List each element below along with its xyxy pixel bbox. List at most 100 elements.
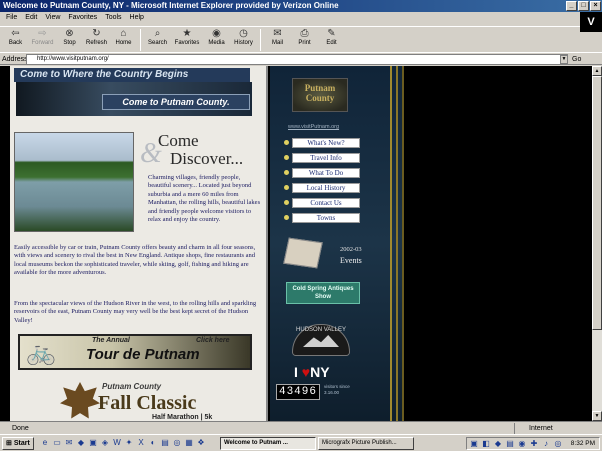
back-arrow-icon: ⇦ (11, 28, 20, 39)
print-button[interactable]: ⎙ Print (291, 27, 318, 53)
favorites-icon: ★ (182, 28, 192, 39)
home-label: Home (115, 40, 132, 46)
tray-app-icon[interactable]: ✚ (529, 439, 539, 449)
nav-item-local-history[interactable]: Local History (284, 183, 362, 193)
history-button[interactable]: ◷ History (230, 27, 257, 53)
access-paragraph: Easily accessible by car or train, Putna… (14, 244, 256, 277)
nav-item-towns[interactable]: Towns (284, 213, 362, 223)
address-input[interactable]: http://www.visitputnam.org/ (26, 54, 568, 65)
menu-view[interactable]: View (41, 12, 64, 24)
nav-button-label[interactable]: What's New? (292, 138, 360, 148)
quick-launch-app-icon[interactable]: W (112, 438, 122, 448)
nav-item-contact-us[interactable]: Contact Us (284, 198, 362, 208)
quick-launch-desktop-icon[interactable]: ▭ (52, 438, 62, 448)
discover-heading: Discover... (170, 149, 244, 168)
nav-item-travel-info[interactable]: Travel Info (284, 153, 362, 163)
tray-network-icon[interactable]: ▣ (469, 439, 479, 449)
nav-column: Putnam County www.visitPutnam.org What's… (270, 66, 402, 421)
go-button[interactable]: Go (572, 54, 581, 65)
quick-launch-app-icon[interactable]: ▣ (88, 438, 98, 448)
events-year[interactable]: 2002-03 (340, 246, 362, 253)
back-button[interactable]: ⇦ Back (2, 27, 29, 53)
taskbar-item-picture-publisher[interactable]: Micrografx Picture Publish... (318, 437, 414, 450)
window-title-bar[interactable]: Welcome to Putnam County, NY - Microsoft… (0, 0, 602, 12)
fall-classic-title[interactable]: Fall Classic (98, 392, 196, 414)
menu-edit[interactable]: Edit (21, 12, 41, 24)
nav-button-label[interactable]: Travel Info (292, 153, 360, 163)
window-title: Welcome to Putnam County, NY - Microsoft… (3, 1, 339, 10)
tour-annual-label: The Annual (92, 337, 130, 344)
tray-volume-icon[interactable]: ♪ (541, 439, 551, 449)
gold-stripe (396, 66, 398, 421)
i-love-ny-ny: NY (310, 364, 330, 380)
events-book-icon[interactable] (283, 237, 323, 269)
minimize-button[interactable]: _ (566, 1, 577, 11)
status-text: Done (12, 425, 29, 432)
media-label: Media (208, 40, 225, 46)
site-url-link[interactable]: www.visitPutnam.org (288, 124, 339, 130)
menu-file[interactable]: File (2, 12, 21, 24)
security-zone: Internet (514, 423, 553, 434)
maximize-button[interactable]: □ (578, 1, 589, 11)
quick-launch-app-icon[interactable]: ◐ (148, 438, 158, 448)
events-label[interactable]: Events (340, 256, 362, 265)
quick-launch-app-icon[interactable]: ✦ (124, 438, 134, 448)
quick-launch-app-icon[interactable]: ▤ (160, 438, 170, 448)
quick-launch-app-icon[interactable]: ❖ (196, 438, 206, 448)
history-icon: ◷ (239, 28, 248, 39)
quick-launch-app-icon[interactable]: ◆ (76, 438, 86, 448)
scroll-up-icon[interactable]: ▲ (592, 66, 602, 76)
menu-tools[interactable]: Tools (101, 12, 125, 24)
nav-item-whats-new[interactable]: What's New? (284, 138, 362, 148)
refresh-button[interactable]: ↻ Refresh (83, 27, 110, 53)
antiques-show-button[interactable]: Cold Spring Antiques Show (286, 282, 360, 304)
nav-item-what-to-do[interactable]: What To Do (284, 168, 362, 178)
favorites-label: Favorites (174, 40, 200, 46)
close-button[interactable]: × (590, 1, 601, 11)
nav-button-label[interactable]: What To Do (292, 168, 360, 178)
bullet-icon (284, 185, 289, 190)
stop-button[interactable]: ⊗ Stop (56, 27, 83, 53)
tray-app-icon[interactable]: ◧ (481, 439, 491, 449)
putnam-county-logo[interactable]: Putnam County (292, 78, 348, 112)
i-love-ny-logo[interactable]: I ♥NY (294, 364, 330, 380)
forward-button[interactable]: ⇨ Forward (29, 27, 56, 53)
quick-launch-app-icon[interactable]: X (136, 438, 146, 448)
tray-app-icon[interactable]: ◎ (553, 439, 563, 449)
bullet-icon (284, 140, 289, 145)
quick-launch-app-icon[interactable]: ◎ (172, 438, 182, 448)
nav-button-label[interactable]: Towns (292, 213, 360, 223)
address-label: Address (2, 56, 28, 63)
nav-button-label[interactable]: Local History (292, 183, 360, 193)
visitor-counter: 43496 (276, 384, 320, 400)
maple-leaf-icon (60, 382, 100, 419)
quick-launch-app-icon[interactable]: ◈ (100, 438, 110, 448)
vertical-scrollbar[interactable]: ▲ ▼ (592, 66, 602, 421)
quick-launch-app-icon[interactable]: ▦ (184, 438, 194, 448)
mail-button[interactable]: ✉ Mail (264, 27, 291, 53)
edit-button[interactable]: ✎ Edit (318, 27, 345, 53)
tray-app-icon[interactable]: ▤ (505, 439, 515, 449)
tour-de-putnam-banner[interactable]: 🚲 The Annual Tour de Putnam Click here (18, 334, 252, 370)
hudson-valley-logo[interactable]: HUDSON VALLEY (292, 324, 350, 356)
menu-favorites[interactable]: Favorites (64, 12, 101, 24)
search-label: Search (147, 40, 167, 46)
tray-app-icon[interactable]: ◉ (517, 439, 527, 449)
start-button[interactable]: ⊞ Start (2, 437, 34, 450)
clock[interactable]: 8:32 PM (571, 438, 595, 449)
quick-launch-outlook-icon[interactable]: ✉ (64, 438, 74, 448)
media-button[interactable]: ◉ Media (203, 27, 230, 53)
search-button[interactable]: ⌕ Search (144, 27, 171, 53)
chevron-down-icon[interactable]: ▼ (560, 55, 568, 64)
home-button[interactable]: ⌂ Home (110, 27, 137, 53)
scroll-thumb[interactable] (592, 76, 602, 330)
tour-click-link[interactable]: Click here (196, 337, 229, 344)
taskbar-item-ie[interactable]: Welcome to Putnam ... (220, 437, 316, 450)
quick-launch-ie-icon[interactable]: e (40, 438, 50, 448)
menu-help[interactable]: Help (126, 12, 148, 24)
favorites-button[interactable]: ★ Favorites (171, 27, 203, 53)
forward-label: Forward (31, 40, 54, 46)
scroll-down-icon[interactable]: ▼ (592, 411, 602, 421)
tray-app-icon[interactable]: ◆ (493, 439, 503, 449)
nav-button-label[interactable]: Contact Us (292, 198, 360, 208)
